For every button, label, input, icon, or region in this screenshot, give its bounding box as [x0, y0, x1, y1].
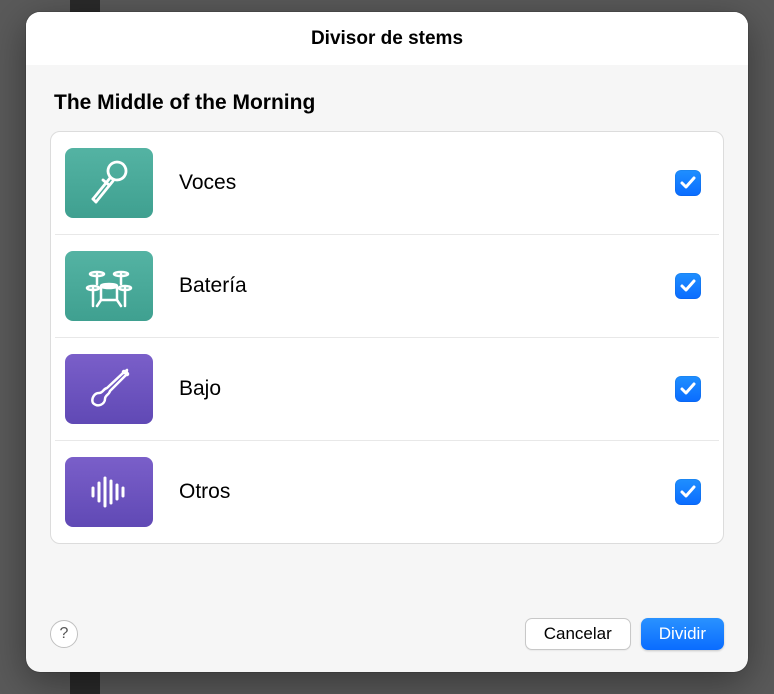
drums-icon [65, 251, 153, 321]
stem-checkbox-other[interactable] [675, 479, 701, 505]
stem-row-drums: Batería [55, 235, 719, 338]
stem-checkbox-voices[interactable] [675, 170, 701, 196]
stem-label: Batería [179, 274, 675, 298]
cancel-button[interactable]: Cancelar [525, 618, 631, 650]
stem-checkbox-drums[interactable] [675, 273, 701, 299]
stems-list: Voces [50, 131, 724, 544]
bass-icon [65, 354, 153, 424]
stem-label: Bajo [179, 377, 675, 401]
stem-label: Otros [179, 480, 675, 504]
stem-row-bass: Bajo [55, 338, 719, 441]
stem-row-other: Otros [55, 441, 719, 543]
help-button[interactable]: ? [50, 620, 78, 648]
dialog-title: Divisor de stems [26, 12, 748, 65]
split-button[interactable]: Dividir [641, 618, 724, 650]
stem-checkbox-bass[interactable] [675, 376, 701, 402]
stem-row-voices: Voces [55, 132, 719, 235]
microphone-icon [65, 148, 153, 218]
waveform-icon [65, 457, 153, 527]
song-title: The Middle of the Morning [54, 91, 720, 115]
stem-label: Voces [179, 171, 675, 195]
stem-splitter-dialog: Divisor de stems The Middle of the Morni… [26, 12, 748, 672]
